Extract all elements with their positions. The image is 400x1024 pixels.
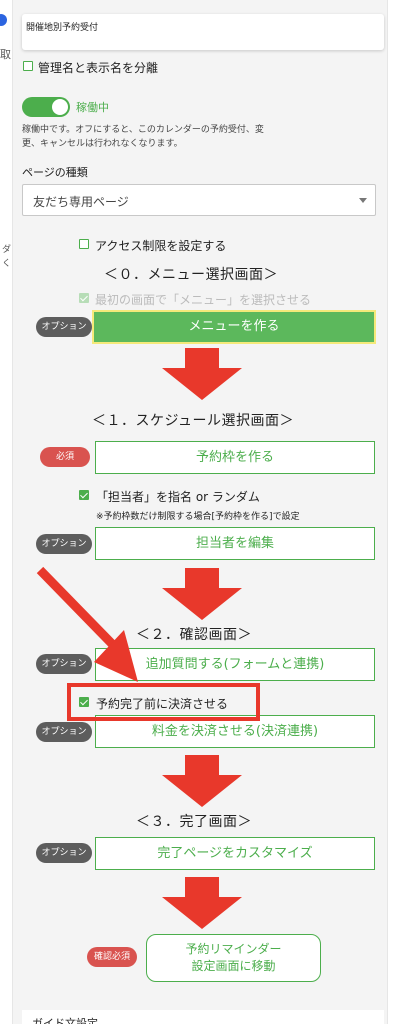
access-limit-label: アクセス制限を設定する	[95, 239, 227, 253]
calendar-name: 開催地別予約受付	[26, 23, 99, 33]
menu-first-label: 最初の画面で「メニュー」を選択させる	[95, 293, 312, 307]
staff-note: ※予約枠数だけ制限する場合[予約枠を作る]で設定	[96, 512, 300, 522]
left-panel-text-3: く	[2, 259, 12, 269]
left-panel-text-2: ダ	[2, 245, 12, 255]
section1-heading: ＜１．スケジュール選択画面＞	[92, 413, 295, 429]
create-slots-button[interactable]: 予約枠を作る	[95, 441, 375, 474]
option-badge: オプション	[36, 317, 92, 337]
page-type-value: 友だち専用ページ	[33, 195, 129, 209]
page-type-select[interactable]: 友だち専用ページ	[22, 184, 376, 216]
customize-complete-button[interactable]: 完了ページをカスタマイズ	[95, 837, 375, 870]
reminder-line-1: 予約リマインダー	[185, 942, 282, 956]
red-down-arrow-3	[162, 755, 242, 807]
right-panel-edge	[387, 0, 400, 1024]
payment-highlight-box	[67, 683, 260, 721]
status-description-1: 稼働中です。オフにすると、このカレンダーの予約受付、変	[22, 125, 264, 135]
left-panel-text: 取	[0, 48, 11, 61]
reminder-settings-button[interactable]: 予約リマインダー 設定画面に移動	[146, 934, 321, 982]
status-toggle[interactable]	[22, 97, 70, 117]
page-type-label: ページの種類	[22, 166, 88, 179]
access-limit-checkbox[interactable]	[79, 239, 89, 249]
menu-first-checkbox[interactable]	[79, 293, 89, 303]
toggle-knob	[52, 99, 68, 115]
create-menu-button[interactable]: メニューを作る	[92, 310, 376, 344]
check-required-badge: 確認必須	[87, 947, 137, 967]
staff-checkbox-label: 「担当者」を指名 or ランダム	[96, 490, 260, 504]
section3-heading: ＜３．完了画面＞	[136, 814, 252, 830]
red-down-arrow-4	[162, 877, 242, 929]
separate-names-label: 管理名と表示名を分離	[38, 61, 159, 75]
reminder-line-2: 設定画面に移動	[191, 959, 276, 973]
status-description-2: 更、キャンセルは行われなくなります。	[22, 139, 183, 149]
chevron-down-icon	[359, 198, 367, 203]
left-panel-edge	[0, 0, 13, 1024]
option-badge: オプション	[36, 843, 92, 863]
separate-names-checkbox[interactable]	[23, 61, 33, 71]
staff-checkbox[interactable]	[79, 490, 89, 500]
status-toggle-label: 稼働中	[76, 101, 109, 114]
calendar-name-box[interactable]: 開催地別予約受付	[22, 14, 384, 50]
guide-settings-heading: ガイド文設定	[32, 1017, 98, 1024]
required-badge: 必須	[40, 447, 90, 467]
section0-heading: ＜０．メニュー選択画面＞	[104, 267, 278, 283]
next-section-card: ガイド文設定	[22, 1010, 384, 1024]
red-down-arrow-1	[162, 348, 242, 400]
